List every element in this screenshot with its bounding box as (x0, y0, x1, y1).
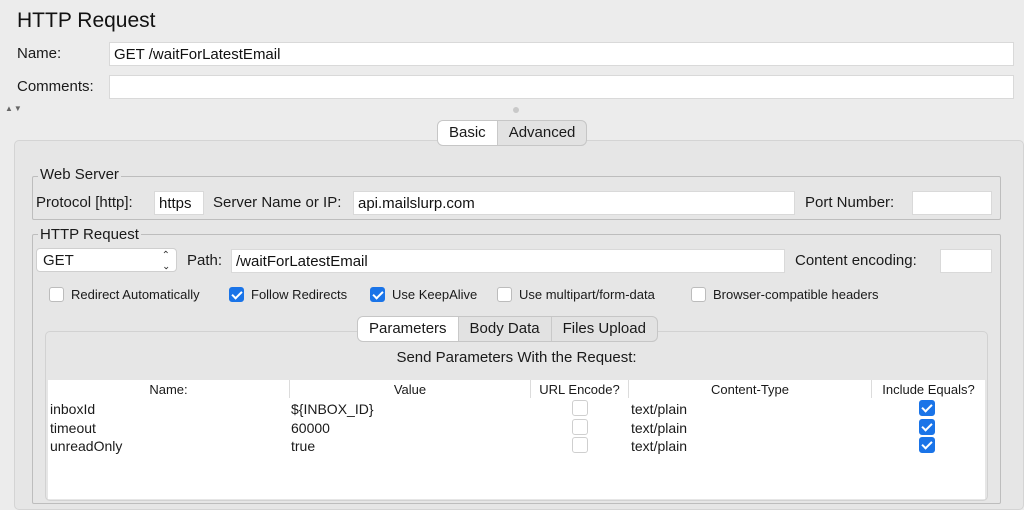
comments-label: Comments: (17, 78, 94, 95)
cell-content-type[interactable]: text/plain (631, 438, 687, 454)
port-field[interactable] (912, 191, 992, 215)
column-header-url-encode[interactable]: URL Encode? (531, 380, 629, 398)
tab-parameters[interactable]: Parameters (358, 317, 459, 341)
checkbox[interactable] (229, 287, 244, 302)
cell-name[interactable]: timeout (50, 420, 96, 436)
name-label: Name: (17, 45, 62, 62)
cell-value[interactable]: true (291, 438, 315, 454)
main-tabbar: Basic Advanced (437, 120, 588, 146)
option-use-keepalive[interactable]: Use KeepAlive (370, 287, 477, 302)
cell-name[interactable]: inboxId (50, 401, 95, 417)
option-multipart[interactable]: Use multipart/form-data (497, 287, 655, 302)
url-encode-checkbox[interactable] (572, 437, 588, 453)
protocol-field[interactable]: https (154, 191, 204, 215)
tab-advanced[interactable]: Advanced (498, 121, 587, 145)
option-label: Browser-compatible headers (713, 287, 879, 302)
http-request-title: HTTP Request (38, 226, 141, 243)
tab-body-data[interactable]: Body Data (459, 317, 552, 341)
cell-content-type[interactable]: text/plain (631, 420, 687, 436)
checkbox[interactable] (49, 287, 64, 302)
option-label: Redirect Automatically (71, 287, 200, 302)
name-field[interactable]: GET /waitForLatestEmail (109, 42, 1014, 66)
encoding-field[interactable] (940, 249, 992, 273)
option-label: Use KeepAlive (392, 287, 478, 302)
column-header-value[interactable]: Value (290, 380, 531, 398)
column-header-name[interactable]: Name: (48, 380, 290, 398)
params-table[interactable]: Name: Value URL Encode? Content-Type Inc… (48, 380, 985, 499)
cell-value[interactable]: ${INBOX_ID} (291, 401, 374, 417)
path-label: Path: (187, 252, 223, 269)
path-field[interactable]: /waitForLatestEmail (231, 249, 785, 273)
include-equals-checkbox[interactable] (919, 437, 935, 453)
protocol-label: Protocol [http]: (36, 194, 133, 211)
tab-files-upload[interactable]: Files Upload (552, 317, 657, 341)
option-label: Follow Redirects (251, 287, 348, 302)
encoding-label: Content encoding: (795, 252, 917, 269)
splitter-arrows-icon[interactable]: ▲▼ (5, 104, 23, 113)
method-value: GET (43, 251, 74, 269)
url-encode-checkbox[interactable] (572, 419, 588, 435)
checkbox[interactable] (691, 287, 706, 302)
column-header-content-type[interactable]: Content-Type (629, 380, 872, 398)
server-label: Server Name or IP: (213, 194, 342, 211)
params-heading: Send Parameters With the Request: (396, 349, 637, 366)
sub-tabbar: Parameters Body Data Files Upload (357, 316, 658, 342)
option-redirect-automatically[interactable]: Redirect Automatically (49, 287, 200, 302)
tab-basic[interactable]: Basic (438, 121, 498, 145)
cell-value[interactable]: 60000 (291, 420, 330, 436)
checkbox[interactable] (497, 287, 512, 302)
option-browser-compatible[interactable]: Browser-compatible headers (691, 287, 878, 302)
method-select[interactable]: GET ⌃ ⌃ (36, 248, 177, 272)
cell-name[interactable]: unreadOnly (50, 438, 122, 454)
comments-field[interactable] (109, 75, 1014, 99)
splitter-handle[interactable] (513, 107, 519, 113)
checkbox[interactable] (370, 287, 385, 302)
option-follow-redirects[interactable]: Follow Redirects (229, 287, 347, 302)
server-field[interactable]: api.mailslurp.com (353, 191, 795, 215)
option-label: Use multipart/form-data (519, 287, 655, 302)
page-title: HTTP Request (17, 9, 156, 32)
include-equals-checkbox[interactable] (919, 419, 935, 435)
include-equals-checkbox[interactable] (919, 400, 935, 416)
url-encode-checkbox[interactable] (572, 400, 588, 416)
cell-content-type[interactable]: text/plain (631, 401, 687, 417)
port-label: Port Number: (805, 194, 895, 211)
chevron-updown-icon: ⌃ ⌃ (161, 250, 170, 271)
web-server-title: Web Server (38, 166, 121, 183)
column-header-include-equals[interactable]: Include Equals? (872, 380, 985, 398)
